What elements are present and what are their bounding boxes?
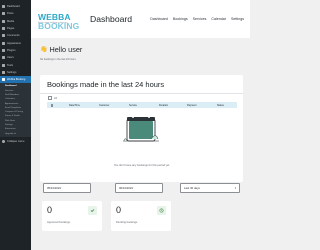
plugin-icon	[2, 48, 5, 52]
sidebar-item-label: Media	[7, 19, 15, 23]
collapse-label: Collapse menu	[7, 139, 25, 143]
sidebar-item-posts[interactable]: Posts	[0, 10, 31, 17]
nav-link-calendar[interactable]: Calendar	[211, 17, 226, 21]
page-title: Dashboard	[90, 14, 133, 24]
pending-label: Pending bookings	[116, 221, 138, 224]
settings-icon	[2, 70, 5, 74]
bookings-table-header: Date/Time Customer Service Duration Payment S…	[47, 102, 237, 108]
sidebar-item-appearance[interactable]: Appearance	[0, 39, 31, 46]
select-all-checkbox[interactable]	[48, 96, 52, 100]
sidebar-item-label: Comments	[7, 34, 20, 38]
sidebar-item-tools[interactable]: Tools	[0, 61, 31, 68]
comment-icon	[2, 34, 5, 38]
column-header[interactable]: Payment	[187, 104, 217, 107]
sidebar-item-comments[interactable]: Comments	[0, 32, 31, 39]
nav-link-dashboard[interactable]: Dashboard	[150, 17, 168, 21]
page-icon	[2, 27, 5, 31]
clock-icon	[157, 206, 166, 215]
greeting-subtitle: No bookings in the last 24 hours	[40, 58, 76, 61]
plugin-header: WEBBA BOOKING Make online booking a plea…	[31, 0, 250, 38]
sidebar-item-webba-booking[interactable]: Webba Booking	[0, 75, 31, 84]
sidebar-item-label: Dashboard	[7, 5, 20, 9]
logo-tagline: Make online booking a pleasure	[38, 22, 68, 24]
user-icon	[2, 56, 5, 60]
approved-bookings-stat: 0 Approved bookings	[42, 201, 102, 231]
sidebar-item-label: Tools	[7, 63, 14, 67]
nav-link-settings[interactable]: Settings	[231, 17, 244, 21]
submenu-item[interactable]: Upgrade ★	[0, 132, 31, 136]
card-divider	[40, 93, 243, 94]
approved-label: Approved bookings	[47, 221, 71, 224]
sidebar-item-label: Users	[7, 56, 14, 60]
wrench-icon	[2, 63, 5, 67]
sidebar-item-media[interactable]: Media	[0, 18, 31, 25]
bookings-card: Bookings made in the last 24 hours All D…	[40, 75, 243, 182]
bookings-card-title: Bookings made in the last 24 hours	[47, 80, 165, 89]
sidebar-item-dashboard[interactable]: Dashboard	[0, 3, 31, 10]
date-from-value: 05/10/2022	[47, 186, 61, 190]
sidebar-item-label: Settings	[7, 70, 17, 74]
date-to-input[interactable]: 06/10/2022	[115, 183, 163, 193]
empty-calendar-illustration	[123, 116, 159, 142]
empty-message: You don't have any bookings for this per…	[113, 164, 170, 167]
sidebar-item-label: Pages	[7, 27, 15, 31]
chevron-down-icon: ▾	[234, 186, 236, 190]
brush-icon	[2, 41, 5, 45]
collapse-menu-button[interactable]: Collapse menu	[0, 138, 31, 145]
sidebar-item-label: Posts	[7, 12, 14, 16]
sidebar-item-users[interactable]: Users	[0, 54, 31, 61]
range-select-value: Last 30 days	[184, 186, 200, 190]
date-from-input[interactable]: 05/10/2022	[43, 183, 91, 193]
nav-link-bookings[interactable]: Bookings	[173, 17, 188, 21]
calendar-icon	[2, 78, 5, 82]
waving-hand-icon: 👋	[40, 46, 48, 53]
admin-sidebar: Dashboard Posts Media Pages Comments Appearan…	[0, 0, 31, 250]
pending-bookings-stat: 0 Pending bookings	[111, 201, 171, 231]
date-to-value: 06/10/2022	[119, 186, 133, 190]
nav-link-services[interactable]: Services	[193, 17, 207, 21]
main-content: 👋 Hello user No bookings in the last 24 …	[31, 38, 250, 250]
pin-icon	[2, 12, 5, 16]
webba-submenu: Dashboard Services Staff Members Calendars A…	[0, 83, 31, 137]
sidebar-item-label: Appearance	[7, 41, 21, 45]
column-header[interactable]: Customer	[99, 104, 129, 107]
range-select[interactable]: Last 30 days ▾	[180, 183, 240, 193]
check-icon	[88, 206, 97, 215]
select-all-row: All	[48, 96, 57, 100]
webba-logo[interactable]: WEBBA BOOKING Make online booking a plea…	[38, 11, 81, 30]
column-header[interactable]: Date/Time	[69, 104, 99, 107]
select-all-label: All	[54, 96, 57, 100]
sidebar-item-plugins[interactable]: Plugins	[0, 47, 31, 54]
top-nav: Dashboard Bookings Services Calendar Setting…	[150, 17, 244, 21]
header-checkbox[interactable]	[51, 103, 53, 107]
greeting: 👋 Hello user	[40, 45, 83, 54]
greeting-title: Hello user	[49, 45, 83, 54]
sidebar-item-label: Webba Booking	[7, 78, 26, 82]
column-header[interactable]: Status	[217, 104, 239, 107]
sidebar-item-settings[interactable]: Settings	[0, 69, 31, 76]
column-header[interactable]: Service	[129, 104, 159, 107]
sidebar-item-label: Plugins	[7, 48, 16, 52]
collapse-icon	[2, 139, 5, 143]
date-filters: 05/10/2022 06/10/2022 Last 30 days ▾	[40, 179, 243, 197]
approved-count: 0	[47, 205, 53, 215]
dashboard-icon	[2, 5, 5, 9]
column-header[interactable]: Duration	[159, 104, 187, 107]
media-icon	[2, 19, 5, 23]
admin-menu: Dashboard Posts Media Pages Comments Appearan…	[0, 0, 31, 76]
sidebar-item-pages[interactable]: Pages	[0, 25, 31, 32]
pending-count: 0	[116, 205, 122, 215]
